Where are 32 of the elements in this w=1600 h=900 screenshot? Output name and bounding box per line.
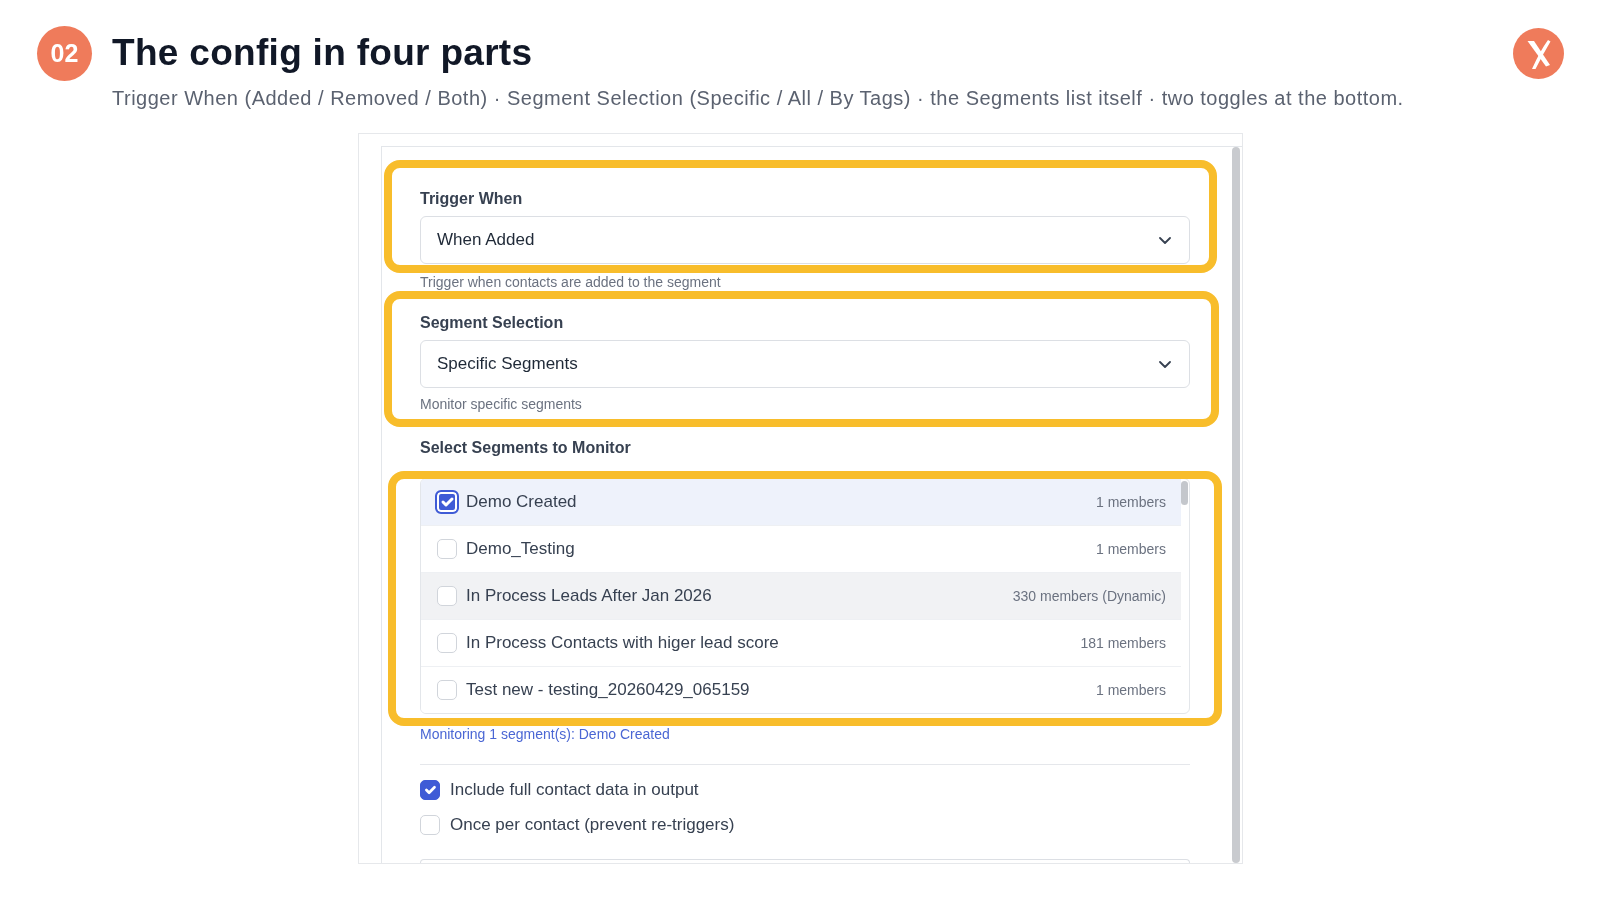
dropdown[interactable]: When Added — [420, 216, 1190, 264]
slide-subtitle: Trigger When (Added / Removed / Both) · Segment Selection (Specific / All / By Tags) · the Segments list itself · two toggles at the bottom. — [112, 86, 1405, 110]
member-count: 1 members — [1095, 492, 1166, 512]
help-text: Trigger when contacts are added to the segment — [420, 274, 722, 290]
field-label: Segment Selection — [420, 313, 565, 333]
segment-row[interactable]: In Process Leads After Jan 2026 330 members (Dynamic) — [421, 573, 1181, 620]
segment-name: Test new - testing_20260429_065159 — [466, 679, 750, 702]
step-number: 02 — [37, 26, 92, 81]
chevron-down-icon — [1159, 360, 1171, 368]
option-label: Include full contact data in output — [450, 779, 699, 802]
segment-row[interactable]: Demo Created 1 members — [421, 479, 1181, 526]
field-label: Trigger When — [420, 189, 524, 209]
help-text: Monitor specific segments — [420, 395, 583, 413]
scrollbar-thumb[interactable] — [1181, 481, 1188, 505]
slide-title: The config in four parts — [112, 31, 533, 76]
option-label: Once per contact (prevent re-triggers) — [450, 814, 735, 837]
member-count: 330 members (Dynamic) — [1012, 586, 1166, 606]
member-count: 1 members — [1095, 680, 1166, 700]
scrollbar[interactable] — [1232, 147, 1240, 863]
member-count: 1 members — [1095, 539, 1166, 559]
segment-name: Demo_Testing — [466, 538, 575, 561]
member-count: 181 members — [1080, 633, 1166, 653]
checkbox[interactable] — [435, 490, 459, 514]
selection-summary: Monitoring 1 segment(s): Demo Created — [420, 725, 671, 744]
logo-icon — [1513, 28, 1564, 79]
checkbox[interactable] — [420, 780, 440, 800]
dropdown[interactable]: Specific Segments — [420, 340, 1190, 388]
field-label: Select Segments to Monitor — [420, 438, 632, 458]
segment-name: Demo Created — [466, 491, 577, 514]
segment-name: In Process Contacts with higer lead score — [466, 632, 779, 655]
segment-name: In Process Leads After Jan 2026 — [466, 585, 712, 608]
chevron-down-icon — [1159, 236, 1171, 244]
